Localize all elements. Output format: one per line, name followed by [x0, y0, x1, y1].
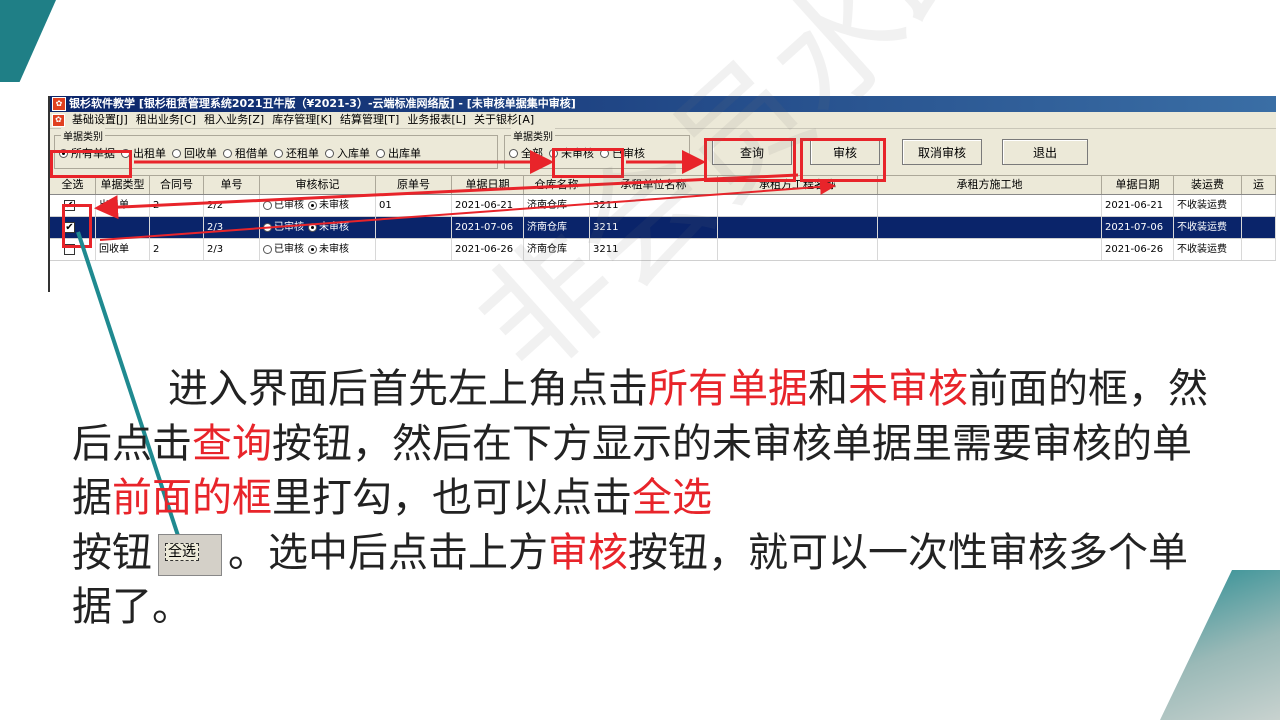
highlight-text-select-all: 全选	[632, 475, 712, 521]
text-seg: 和	[808, 366, 848, 412]
highlight-text-query: 查询	[192, 420, 272, 467]
select-all-button-label: 全选	[165, 542, 199, 561]
highlight-text-front-box: 前面的框	[112, 475, 272, 521]
text-seg: 进入界面后首先左上角点击	[168, 366, 648, 412]
select-all-button-image: 全选	[158, 533, 222, 576]
instruction-paragraph: 进入界面后首先左上角点击所有单据和未审核前面的框，然后点击查询按钮，然后在下方显…	[72, 362, 1222, 635]
highlight-text-all-docs: 所有单据	[648, 366, 808, 412]
highlight-text-unaudited: 未审核	[848, 366, 968, 412]
text-seg: 里打勾，也可以点击	[272, 475, 632, 521]
text-seg: 按钮	[72, 529, 152, 576]
text-seg: 。选中后点击上方	[228, 529, 548, 576]
highlight-text-audit: 审核	[548, 529, 628, 576]
